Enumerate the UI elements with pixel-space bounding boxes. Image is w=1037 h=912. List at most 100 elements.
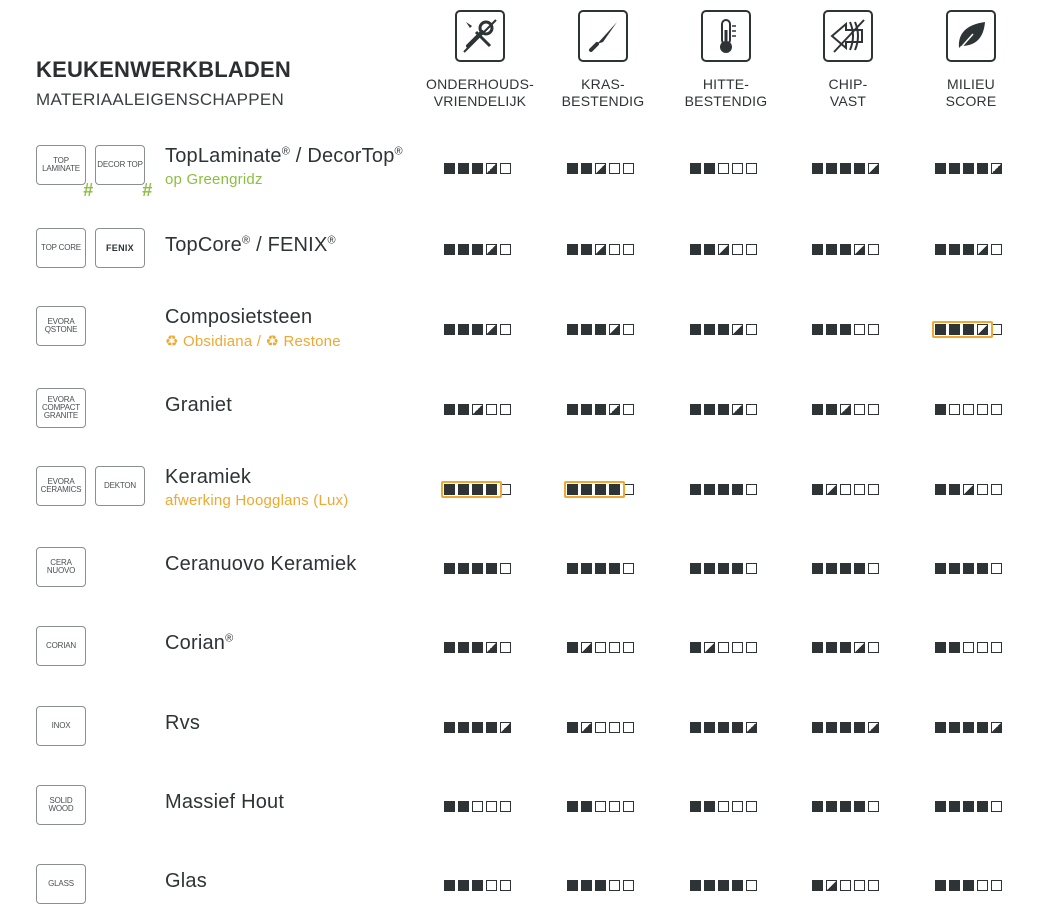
column-header-score: MILIEU SCORE: [911, 0, 1031, 110]
brand-logo-text: CORIAN: [46, 641, 76, 650]
brand-logo: TOP CORE: [36, 228, 86, 268]
rating-square: [472, 163, 483, 174]
rating-square: [500, 244, 511, 255]
rating-square: [949, 163, 960, 174]
rating-square: [690, 722, 701, 733]
rating-vriendelijk: [444, 563, 511, 575]
rating-square: [458, 642, 469, 653]
rating-square: [826, 563, 837, 574]
material-name: Keramiek: [165, 466, 251, 489]
rating-square: [623, 722, 634, 733]
brand-logo: EVORA COMPACT GRANITE: [36, 388, 86, 428]
material-name: Massief Hout: [165, 791, 284, 814]
rating-square: [746, 722, 757, 733]
rating-square: [935, 801, 946, 812]
brand-logo-text: EVORA CERAMICS: [40, 477, 82, 494]
rating-square: [581, 244, 592, 255]
brand-logo-text: GLASS: [48, 879, 74, 888]
rating-square: [935, 404, 946, 415]
rating-square: [472, 880, 483, 891]
rating-square: [840, 244, 851, 255]
rating-square: [581, 642, 592, 653]
rating-square: [935, 484, 946, 495]
rating-vriendelijk: [444, 163, 511, 175]
rating-square: [704, 880, 715, 891]
column-label: HITTE- BESTENDIG: [666, 76, 786, 110]
rating-square: [609, 880, 620, 891]
rating-square: [444, 801, 455, 812]
rating-square: [868, 324, 879, 335]
rating-square: [826, 404, 837, 415]
rating-square: [444, 404, 455, 415]
material-name-text: Rvs: [165, 712, 201, 734]
rating-square: [623, 563, 634, 574]
rating-bestendig: [567, 722, 634, 734]
rating-square: [623, 642, 634, 653]
rating-highlight: [441, 481, 503, 498]
rating-square: [623, 880, 634, 891]
rating-square: [704, 642, 715, 653]
column-label: MILIEU SCORE: [911, 76, 1031, 110]
column-header-vriendelijk: ONDERHOUDS- VRIENDELIJK: [420, 0, 540, 110]
rating-square: [690, 484, 701, 495]
greengridz-mark: #: [83, 180, 93, 200]
rating-square: [977, 163, 988, 174]
rating-square: [595, 880, 606, 891]
brand-logo: GLASS: [36, 864, 86, 904]
rating-square: [444, 642, 455, 653]
rating-square: [840, 722, 851, 733]
rating-square: [609, 722, 620, 733]
rating-square: [581, 563, 592, 574]
rating-square: [991, 244, 1002, 255]
rating-square: [840, 163, 851, 174]
rating-bestendig: [567, 244, 634, 256]
rating-square: [444, 563, 455, 574]
rating-square: [840, 880, 851, 891]
rating-square: [840, 563, 851, 574]
rating-square: [732, 801, 743, 812]
leaf-icon: [946, 10, 996, 62]
rating-bestendig: [567, 404, 634, 416]
rating-square: [500, 404, 511, 415]
rating-square: [840, 484, 851, 495]
rating-bestendig: [690, 163, 757, 175]
rating-square: [935, 563, 946, 574]
rating-square: [977, 484, 988, 495]
rating-square: [812, 484, 823, 495]
rating-square: [581, 880, 592, 891]
rating-square: [868, 722, 879, 733]
rating-square: [472, 563, 483, 574]
brand-logo-text: CERA NUOVO: [46, 558, 76, 575]
rating-square: [826, 722, 837, 733]
rating-square: [595, 563, 606, 574]
rating-square: [704, 563, 715, 574]
rating-square: [704, 722, 715, 733]
rating-square: [690, 563, 701, 574]
rating-square: [812, 244, 823, 255]
rating-square: [472, 404, 483, 415]
rating-square: [868, 642, 879, 653]
rating-bestendig: [567, 880, 634, 892]
rating-square: [991, 404, 1002, 415]
rating-square: [991, 880, 1002, 891]
material-name: Glas: [165, 870, 207, 893]
rating-square: [949, 404, 960, 415]
column-label-line1: CHIP-: [828, 76, 868, 92]
rating-square: [854, 642, 865, 653]
rating-square: [868, 801, 879, 812]
rating-square: [486, 642, 497, 653]
rating-square: [963, 722, 974, 733]
rating-square: [567, 880, 578, 891]
brand-logo-text: DEKTON: [104, 481, 136, 490]
rating-vast: [812, 244, 879, 256]
rating-bestendig: [690, 324, 757, 336]
rating-square: [718, 880, 729, 891]
rating-square: [977, 563, 988, 574]
rating-square: [949, 244, 960, 255]
rating-square: [854, 563, 865, 574]
rating-square: [704, 163, 715, 174]
column-label: ONDERHOUDS- VRIENDELIJK: [420, 76, 540, 110]
rating-bestendig: [567, 324, 634, 336]
rating-bestendig: [567, 163, 634, 175]
rating-square: [812, 163, 823, 174]
